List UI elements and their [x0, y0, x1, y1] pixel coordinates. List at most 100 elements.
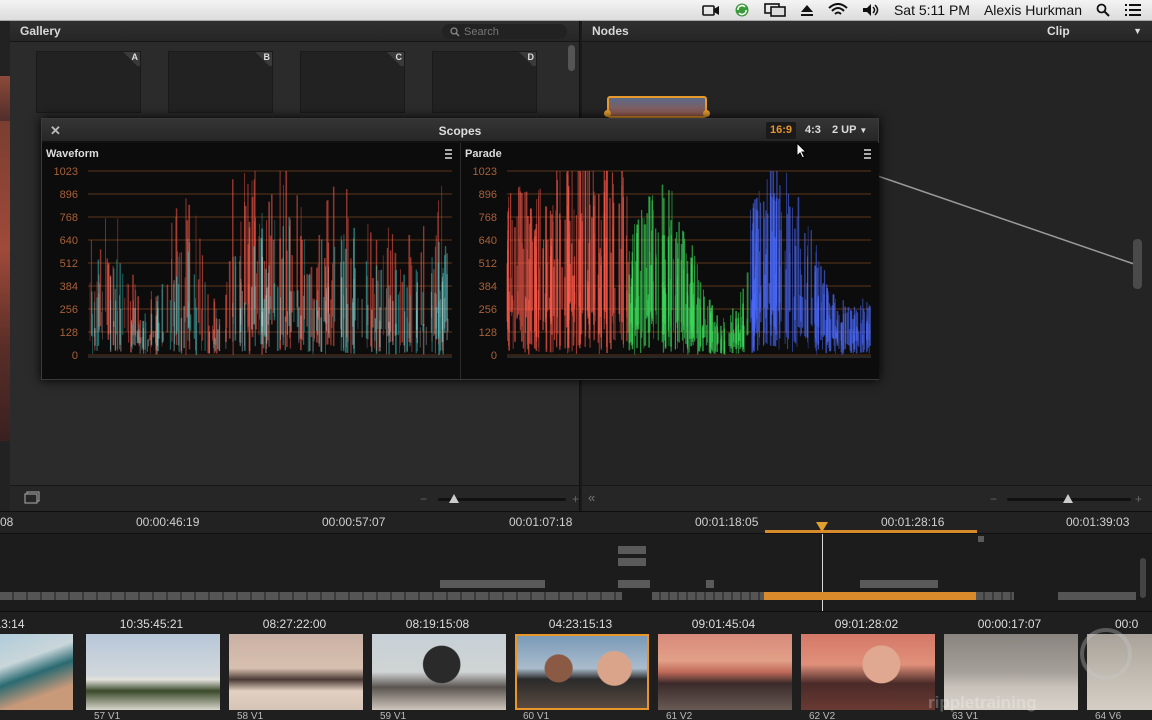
- clip-timecode: 04:23:15:13: [548, 617, 613, 631]
- clip-mode-label: Clip: [1047, 24, 1070, 38]
- timeline-clip[interactable]: [618, 558, 646, 566]
- clip-thumbnail[interactable]: 1:13:14: [0, 612, 76, 720]
- video-track-strip[interactable]: [0, 592, 622, 600]
- timeline-ruler[interactable]: 08 00:00:46:19 00:00:57:07 00:01:07:18 0…: [0, 512, 1152, 534]
- node-output-dot[interactable]: [703, 110, 710, 117]
- clip-image: [86, 634, 220, 710]
- gallery-scrollbar[interactable]: [568, 45, 575, 71]
- node-input-dot[interactable]: [604, 110, 611, 117]
- resolve-color-page: Sat 5:11 PM Alexis Hurkman Gallery Searc…: [0, 0, 1152, 720]
- scope-layout-select[interactable]: 2 UP ▼: [828, 122, 871, 139]
- scopes-window[interactable]: ✕ Scopes 16:9 4:3 2 UP ▼ 1023 896 768 640 51…: [41, 118, 879, 380]
- timeline-clip[interactable]: [618, 546, 646, 554]
- layout-label: 2 UP: [832, 124, 857, 136]
- still-tag: D: [516, 52, 536, 66]
- ruler-timecode: 00:01:07:18: [509, 515, 573, 529]
- timeline-clip[interactable]: [440, 580, 545, 588]
- timeline-clip[interactable]: [706, 580, 714, 588]
- parade-menu-icon[interactable]: [864, 149, 871, 159]
- nodes-zoom-slider[interactable]: [1007, 494, 1131, 503]
- video-track-strip[interactable]: [652, 592, 764, 600]
- timeline-clip[interactable]: [860, 580, 938, 588]
- scale-label: 512: [60, 258, 78, 270]
- clip-timecode: 09:01:28:02: [834, 617, 899, 631]
- nodes-scrollbar[interactable]: [1133, 239, 1142, 289]
- clip-image: [372, 634, 506, 710]
- scale-label: 128: [60, 327, 78, 339]
- still-album-b[interactable]: B: [168, 51, 273, 113]
- camera-icon[interactable]: [702, 3, 720, 17]
- clip-label: 57 V1: [94, 711, 121, 720]
- still-album-d[interactable]: D: [432, 51, 537, 113]
- clip-timecode: 1:13:14: [0, 617, 25, 631]
- waveform-menu-icon[interactable]: [445, 149, 452, 159]
- sync-icon[interactable]: [734, 2, 750, 18]
- scale-label: 768: [60, 212, 78, 224]
- wifi-icon[interactable]: [828, 3, 848, 17]
- gallery-search-input[interactable]: Search: [442, 24, 567, 39]
- slider-knob[interactable]: [1063, 494, 1073, 503]
- chevron-down-icon: ▼: [859, 126, 868, 135]
- viewer-image: [0, 121, 10, 441]
- volume-icon[interactable]: [862, 3, 880, 17]
- clip-thumbnail[interactable]: 08:27:22:00 58 V1: [223, 612, 366, 720]
- clock-text[interactable]: Sat 5:11 PM: [894, 2, 970, 18]
- clip-image: [658, 634, 792, 710]
- scale-label: 640: [479, 235, 497, 247]
- zoom-in-icon[interactable]: +: [572, 492, 579, 506]
- clip-thumbnail[interactable]: 08:19:15:08 59 V1: [366, 612, 509, 720]
- clip-mode-select[interactable]: Clip ▼: [1047, 24, 1142, 39]
- timeline-clip[interactable]: [978, 536, 984, 542]
- zoom-out-icon[interactable]: −: [420, 492, 427, 506]
- scale-label: 256: [60, 304, 78, 316]
- zoom-in-icon[interactable]: +: [1135, 492, 1142, 506]
- clip-thumbnail[interactable]: 09:01:45:04 61 V2: [652, 612, 795, 720]
- eject-icon[interactable]: [800, 3, 814, 17]
- mini-timeline[interactable]: 08 00:00:46:19 00:00:57:07 00:01:07:18 0…: [0, 511, 1152, 612]
- aspect-4-3-button[interactable]: 4:3: [801, 122, 825, 139]
- corrector-node[interactable]: [604, 96, 710, 118]
- scale-label: 128: [479, 327, 497, 339]
- ruler-timecode: 00:01:18:05: [695, 515, 759, 529]
- clip-label: 59 V1: [380, 711, 407, 720]
- aspect-16-9-button[interactable]: 16:9: [766, 122, 797, 139]
- waveform-label: Waveform: [46, 148, 99, 160]
- scopes-titlebar[interactable]: ✕ Scopes 16:9 4:3 2 UP ▼: [42, 119, 878, 142]
- clip-timecode: 10:35:45:21: [119, 617, 184, 631]
- slider-knob[interactable]: [449, 494, 459, 503]
- clip-label: 58 V1: [237, 711, 264, 720]
- list-icon[interactable]: [1124, 3, 1142, 17]
- video-track-strip[interactable]: [1058, 592, 1136, 600]
- menubar: Sat 5:11 PM Alexis Hurkman: [0, 0, 1152, 21]
- spotlight-icon[interactable]: [1096, 3, 1110, 17]
- viewer-image-top: [0, 76, 10, 126]
- zoom-out-icon[interactable]: −: [990, 492, 997, 506]
- clip-thumbnail[interactable]: 09:01:28:02 62 V2: [795, 612, 938, 720]
- collapse-icon[interactable]: «: [588, 490, 595, 505]
- timeline-clip[interactable]: [618, 580, 650, 588]
- still-album-a[interactable]: A: [36, 51, 141, 113]
- video-track-strip[interactable]: [976, 592, 1014, 600]
- search-placeholder: Search: [464, 25, 499, 38]
- waveform-graph: 1023 896 768 640 512 384 256 128 0: [54, 166, 452, 362]
- still-album-c[interactable]: C: [300, 51, 405, 113]
- clip-label: 60 V1: [523, 711, 550, 720]
- display-icon[interactable]: [764, 3, 786, 17]
- clip-thumbnail[interactable]: 10:35:45:21 57 V1: [80, 612, 223, 720]
- scale-label: 384: [479, 281, 497, 293]
- ruler-timecode: 00:00:57:07: [322, 515, 386, 529]
- timeline-scrollbar[interactable]: [1140, 558, 1146, 598]
- clip-thumbnail-selected[interactable]: 04:23:15:13 60 V1: [509, 612, 652, 720]
- scale-label: 768: [479, 212, 497, 224]
- clip-label: 62 V2: [809, 711, 836, 720]
- stills-view-icon[interactable]: [24, 491, 40, 510]
- playhead[interactable]: [822, 534, 823, 612]
- scale-label: 256: [479, 304, 497, 316]
- scale-label: 896: [60, 189, 78, 201]
- user-name[interactable]: Alexis Hurkman: [984, 2, 1082, 18]
- selected-clip-strip[interactable]: [764, 592, 976, 600]
- scale-label: 0: [72, 350, 78, 362]
- gallery-title: Gallery: [20, 24, 61, 38]
- gallery-zoom-slider[interactable]: [438, 494, 566, 503]
- nodes-title: Nodes: [592, 24, 629, 38]
